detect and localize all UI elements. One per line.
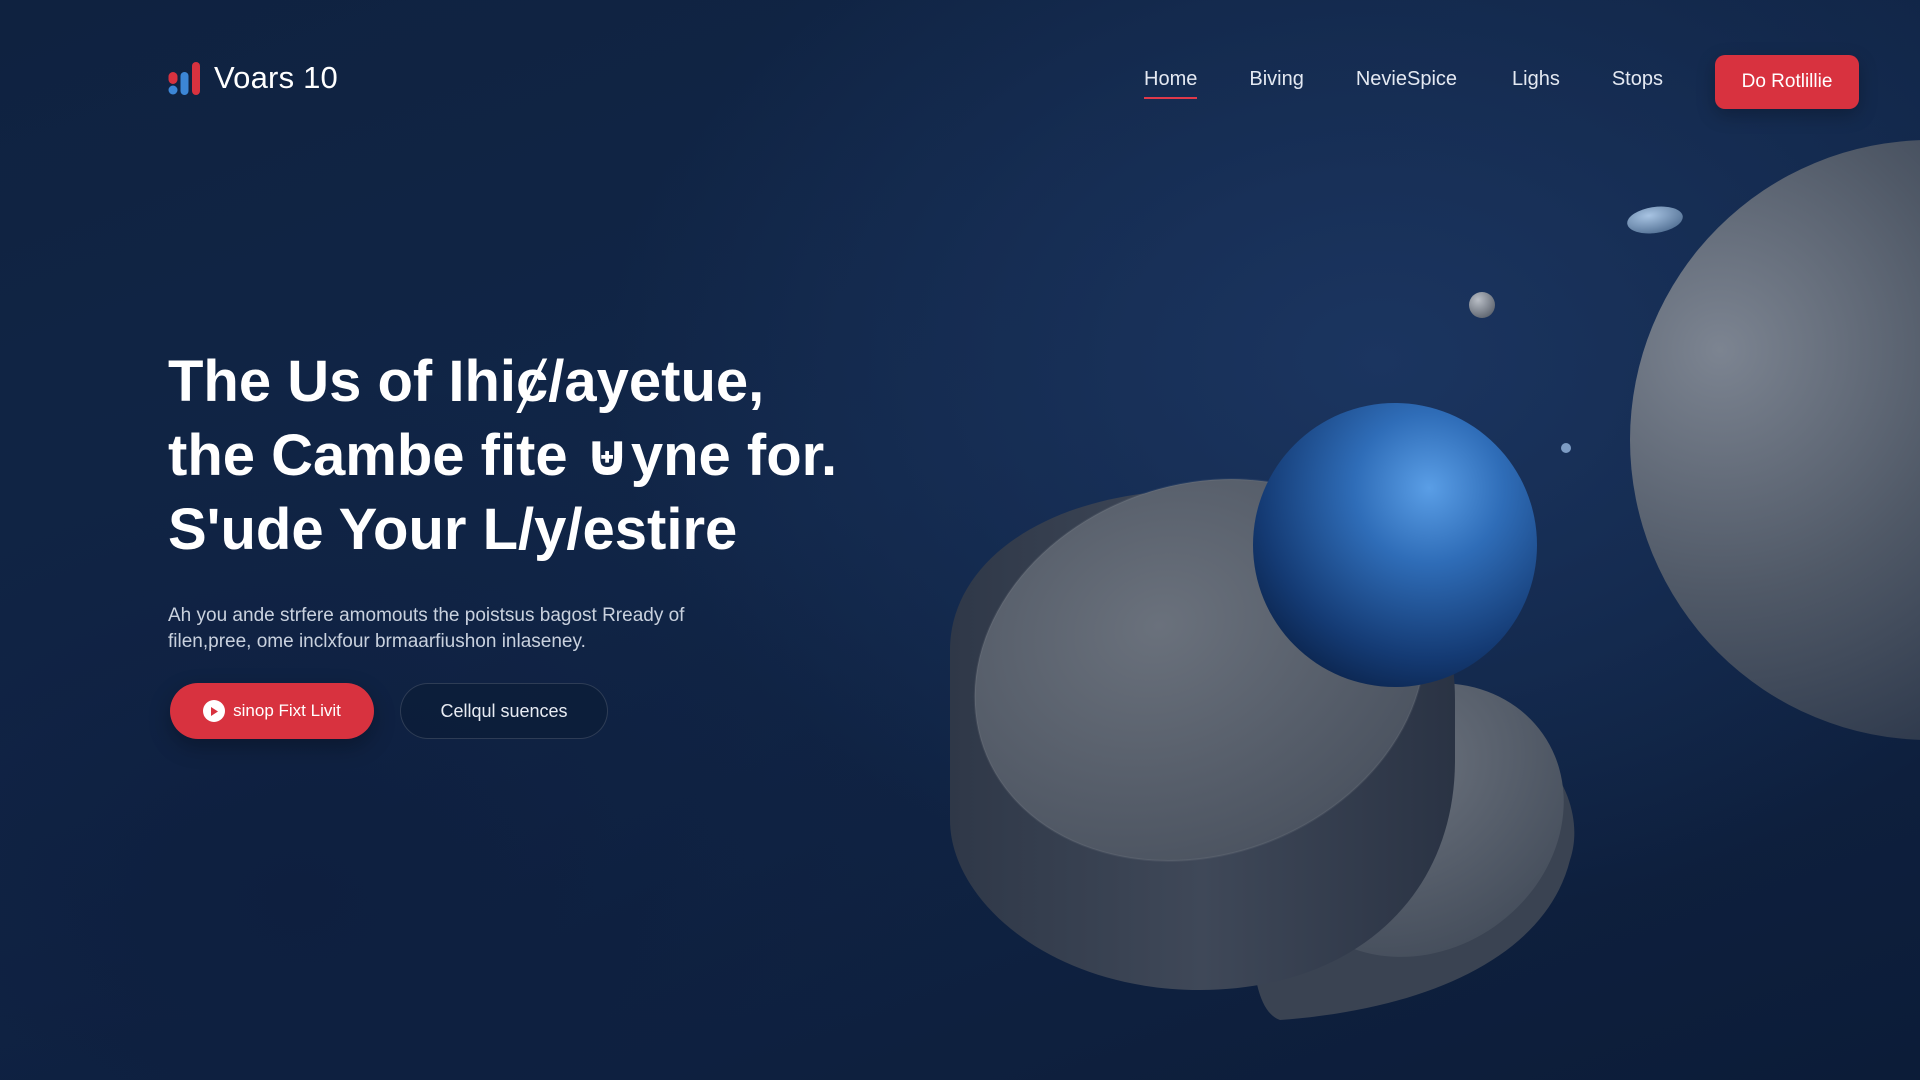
blue-sphere: [1253, 403, 1537, 687]
nav-item-biving[interactable]: Biving: [1249, 68, 1303, 99]
hero-subtitle-line: Ah you ande strfere amomouts the poistsu…: [168, 605, 685, 626]
nav-item-lighs[interactable]: Lighs: [1512, 68, 1560, 99]
site-header: Voars 10 Home Biving NevieSpice Lighs St…: [0, 0, 1920, 170]
main-nav: Home Biving NevieSpice Lighs Stops: [1144, 68, 1663, 99]
hero-title-line: S'ude Your L/y/estire: [168, 497, 738, 562]
primary-cta-label: sinop Fixt Livit: [233, 701, 341, 720]
hero-section: The Us of Ihiȼ/ayetue, the Cambe fite ⊎y…: [168, 345, 968, 655]
header-cta-button[interactable]: Do Rotlillie: [1715, 55, 1859, 109]
brand-logo[interactable]: Voars 10: [168, 58, 338, 98]
nav-item-stops[interactable]: Stops: [1612, 68, 1663, 99]
play-icon: [203, 700, 226, 722]
hero-title: The Us of Ihiȼ/ayetue, the Cambe fite ⊎y…: [168, 345, 968, 567]
hero-subtitle-line: filen,pree, ome inclxfour brmaarfiushon …: [168, 631, 586, 652]
nav-item-neviespice[interactable]: NevieSpice: [1356, 68, 1457, 99]
hero-buttons: sinop Fixt Livit Cellqul suences: [170, 683, 608, 739]
nav-item-home[interactable]: Home: [1144, 68, 1198, 99]
floating-pebble: [1627, 206, 1683, 234]
primary-cta-button[interactable]: sinop Fixt Livit: [170, 683, 374, 739]
large-grey-sphere: [1630, 140, 1920, 740]
floating-tiny-ball: [1561, 443, 1571, 453]
bar-chart-logo-icon: [168, 62, 200, 95]
hero-title-line: the Cambe fite ⊎yne for.: [168, 423, 838, 488]
secondary-cta-button[interactable]: Cellqul suences: [400, 683, 608, 739]
grey-cylinder: [950, 478, 1455, 990]
brand-name: Voars 10: [214, 60, 338, 95]
hero-title-line: The Us of Ihiȼ/ayetue,: [168, 349, 765, 414]
hero-subtitle: Ah you ande strfere amomouts the poistsu…: [168, 603, 808, 655]
floating-small-ball: [1469, 292, 1495, 318]
back-disk: [1251, 683, 1575, 1020]
